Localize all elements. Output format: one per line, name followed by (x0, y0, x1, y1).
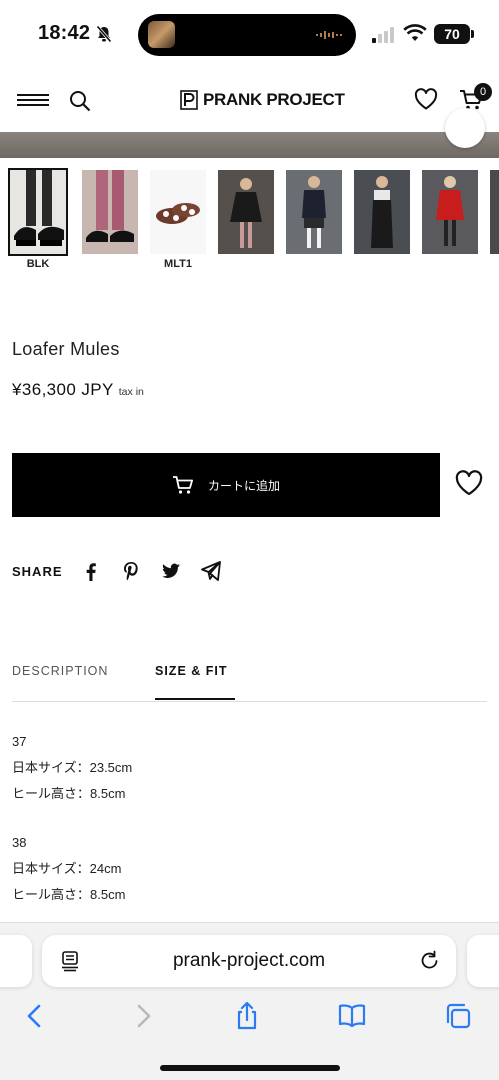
share-label: SHARE (12, 563, 63, 579)
size-entry: 37 日本サイズ：23.5cm ヒール高さ：8.5cm (12, 729, 132, 807)
home-indicator (160, 1065, 340, 1071)
pinterest-icon[interactable] (121, 561, 141, 581)
logo-text: PRANK PROJECT (203, 90, 345, 109)
size-heel: ヒール高さ：8.5cm (12, 786, 126, 801)
cart-icon (172, 476, 193, 494)
twitter-icon[interactable] (161, 561, 181, 581)
thumbnail-image (354, 170, 410, 254)
site-logo[interactable]: PRANK PROJECT (180, 89, 345, 111)
browser-toolbar: prank-project.com (0, 922, 499, 1080)
now-playing-artwork (148, 21, 175, 48)
thumbnail-image (82, 170, 138, 254)
size-jp: 日本サイズ：24cm (12, 861, 122, 876)
thumbnail-variant[interactable] (354, 170, 410, 254)
tab-size-fit[interactable]: SIZE & FIT (155, 664, 228, 678)
reload-icon[interactable] (419, 949, 441, 971)
battery-tip (471, 30, 474, 38)
share-row: SHARE (12, 561, 241, 581)
bell-muted-icon (96, 25, 112, 43)
thumbnail-variant[interactable] (286, 170, 342, 254)
product-title: Loafer Mules (12, 339, 120, 359)
thumbnail-image (490, 170, 499, 254)
thumbnail-image (150, 170, 206, 254)
add-to-cart-button[interactable]: カートに追加 (12, 453, 440, 517)
tabs-icon[interactable] (443, 1001, 473, 1031)
status-time: 18:42 (38, 22, 91, 44)
size-heel: ヒール高さ：8.5cm (12, 887, 126, 902)
share-icon[interactable] (232, 1001, 262, 1031)
wishlist-heart-icon[interactable] (414, 88, 438, 110)
thumbnail-image (286, 170, 342, 254)
cart-count-badge: 0 (474, 83, 492, 101)
tab-description[interactable]: DESCRIPTION (12, 664, 108, 678)
size-number: 38 (12, 835, 27, 850)
size-jp: 日本サイズ：23.5cm (12, 760, 133, 775)
price-row: ¥36,300 JPY tax in (12, 380, 144, 400)
thumbnail-blk[interactable]: BLK (8, 168, 68, 270)
site-header: PRANK PROJECT 0 (0, 68, 499, 132)
tax-note: tax in (118, 386, 144, 398)
size-number: 37 (12, 734, 27, 749)
thumbnail-mlt1[interactable]: MLT1 (150, 170, 206, 270)
size-entry: 38 日本サイズ：24cm ヒール高さ：8.5cm (12, 830, 125, 908)
url-text[interactable]: prank-project.com (42, 950, 456, 972)
telegram-icon[interactable] (200, 561, 221, 581)
thumbnail-variant[interactable] (490, 170, 499, 254)
thumbnail-label: MLT1 (164, 258, 192, 270)
forward-icon[interactable] (128, 1001, 158, 1031)
address-bar[interactable]: prank-project.com (42, 935, 456, 987)
add-to-wishlist-heart-icon[interactable] (455, 470, 483, 496)
product-price: ¥36,300 JPY (12, 380, 114, 399)
battery-level: 70 (434, 24, 470, 44)
dynamic-island (138, 14, 356, 56)
thumbnail-variant[interactable] (82, 170, 138, 254)
thumbnail-image (218, 170, 274, 254)
bookmarks-icon[interactable] (337, 1001, 367, 1031)
next-tab-preview[interactable] (467, 935, 499, 987)
hamburger-menu-icon[interactable] (17, 94, 49, 108)
thumbnail-variant[interactable] (218, 170, 274, 254)
status-bar: 18:42 70 (0, 0, 499, 68)
add-to-cart-label: カートに追加 (207, 478, 280, 493)
wifi-icon (403, 24, 427, 41)
product-image-gallery[interactable] (0, 108, 499, 158)
back-icon[interactable] (20, 1001, 50, 1031)
thumbnail-image (422, 170, 478, 254)
logo-mark-icon (180, 90, 198, 110)
search-icon[interactable] (69, 90, 91, 112)
facebook-icon[interactable] (81, 561, 101, 581)
active-tab-indicator (155, 698, 235, 700)
color-variant-thumbnails: BLK MLT1 (8, 168, 499, 270)
thumbnail-image (8, 168, 68, 256)
audio-wave-icon (316, 31, 342, 39)
previous-tab-preview[interactable] (0, 935, 32, 987)
thumbnail-label: BLK (26, 258, 50, 270)
thumbnail-variant[interactable] (422, 170, 478, 254)
gallery-next-button[interactable] (445, 108, 485, 148)
cellular-signal-icon (372, 27, 394, 43)
product-info-tabs: DESCRIPTION SIZE & FIT (12, 650, 487, 702)
